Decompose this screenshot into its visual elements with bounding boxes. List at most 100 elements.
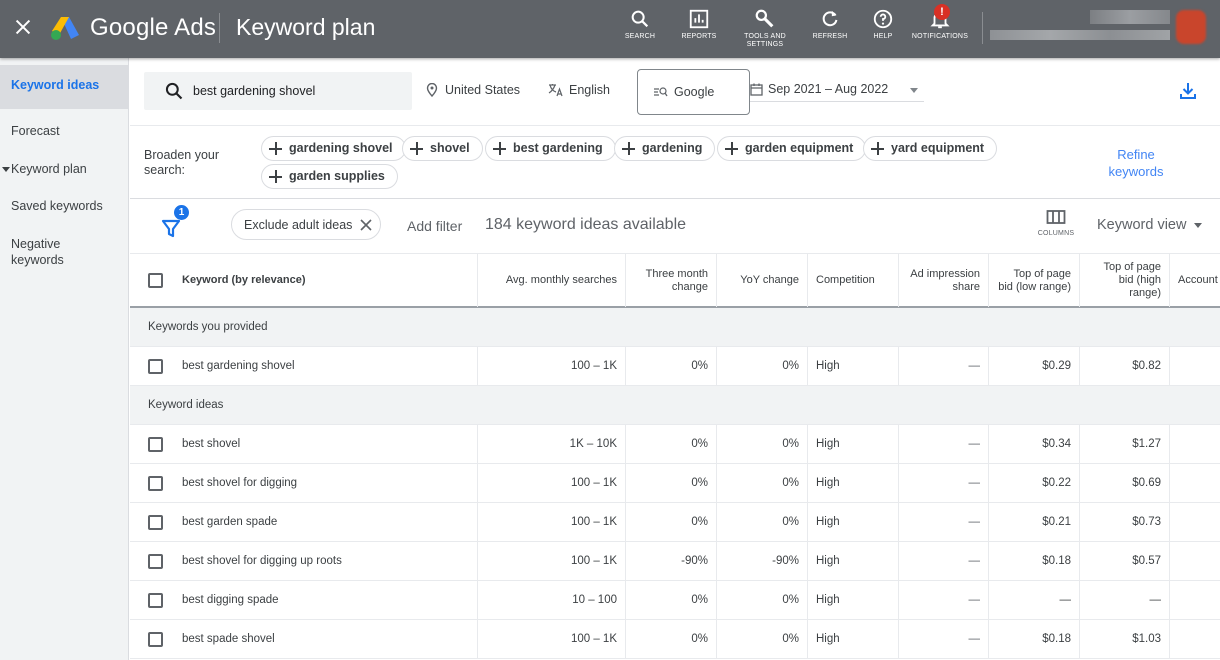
- table-row[interactable]: best spade shovel 100 – 1K 0% 0% High — $0.18 $…: [130, 620, 1220, 659]
- tools-settings-button[interactable]: TOOLS AND SETTINGS: [732, 8, 798, 54]
- three-month-cell: 0%: [626, 464, 717, 502]
- refresh-icon: [822, 10, 838, 27]
- broaden-chip[interactable]: shovel: [402, 136, 483, 161]
- searches-cell: 100 – 1K: [478, 503, 626, 541]
- row-checkbox[interactable]: [148, 632, 163, 647]
- language-selector[interactable]: English: [548, 83, 610, 97]
- plus-icon: [871, 142, 884, 155]
- refine-keywords-button[interactable]: Refine keywords: [1096, 146, 1176, 180]
- impression-share-cell: —: [899, 425, 989, 463]
- plus-icon: [269, 142, 282, 155]
- column-header-avg-monthly-searches[interactable]: Avg. monthly searches: [478, 254, 626, 307]
- account-info[interactable]: [990, 10, 1170, 44]
- chip-label: gardening shovel: [289, 141, 393, 155]
- refresh-label: REFRESH: [812, 33, 848, 40]
- column-header-competition[interactable]: Competition: [808, 254, 899, 307]
- close-icon[interactable]: [12, 16, 34, 38]
- table-row[interactable]: best gardening shovel 100 – 1K 0% 0% High — $0…: [130, 347, 1220, 386]
- yoy-cell: 0%: [717, 581, 808, 619]
- keyword-search-input[interactable]: best gardening shovel: [144, 72, 412, 110]
- filter-count-badge: 1: [174, 205, 189, 220]
- row-checkbox[interactable]: [148, 359, 163, 374]
- close-icon[interactable]: [360, 219, 372, 231]
- column-header-three-month-change[interactable]: Three month change: [626, 254, 717, 307]
- table-row[interactable]: best shovel for digging up roots 100 – 1K…: [130, 542, 1220, 581]
- table-row[interactable]: best shovel 1K – 10K 0% 0% High — $0.34 $1.27: [130, 425, 1220, 464]
- table-row[interactable]: best garden spade 100 – 1K 0% 0% High — $0.21 $…: [130, 503, 1220, 542]
- sidebar-item-saved-keywords[interactable]: Saved keywords: [0, 198, 128, 214]
- search-icon: [631, 10, 649, 28]
- sidebar-item-keyword-ideas[interactable]: Keyword ideas: [0, 65, 128, 109]
- sidebar-item-forecast[interactable]: Forecast: [0, 123, 128, 139]
- account-cell: [1170, 542, 1220, 580]
- keyword-ideas-count: 184 keyword ideas available: [485, 216, 687, 233]
- row-checkbox[interactable]: [148, 437, 163, 452]
- search-query: best gardening shovel: [193, 84, 316, 98]
- account-cell: [1170, 581, 1220, 619]
- keyword-text: best digging spade: [182, 594, 279, 606]
- sidebar-item-label: Keyword plan: [11, 162, 87, 176]
- impression-share-cell: —: [899, 620, 989, 658]
- refresh-button[interactable]: REFRESH: [798, 8, 862, 54]
- broaden-chip[interactable]: gardening shovel: [261, 136, 406, 161]
- column-header-bid-high[interactable]: Top of page bid (high range): [1080, 254, 1170, 307]
- column-header-keyword[interactable]: Keyword (by relevance): [130, 254, 478, 307]
- column-header-yoy-change[interactable]: YoY change: [717, 254, 808, 307]
- exclude-adult-ideas-chip[interactable]: Exclude adult ideas: [231, 209, 381, 240]
- divider: [982, 12, 983, 44]
- columns-button[interactable]: COLUMNS: [1036, 209, 1076, 245]
- notifications-button[interactable]: ! NOTIFICATIONS: [904, 4, 976, 54]
- broaden-chip[interactable]: gardening: [614, 136, 716, 161]
- add-filter-button[interactable]: Add filter: [407, 218, 462, 234]
- column-header-bid-low[interactable]: Top of page bid (low range): [989, 254, 1080, 307]
- broaden-chip[interactable]: garden supplies: [261, 164, 398, 189]
- location-selector[interactable]: United States: [426, 83, 520, 97]
- help-icon: [873, 9, 893, 29]
- impression-share-cell: —: [899, 503, 989, 541]
- sidebar-item-label: Forecast: [11, 124, 60, 138]
- reports-button[interactable]: REPORTS: [666, 8, 732, 54]
- broaden-search-section: Broaden your search: gardening shovel sh…: [130, 127, 1220, 199]
- location-value: United States: [445, 83, 521, 97]
- help-button[interactable]: HELP: [862, 8, 904, 54]
- row-checkbox[interactable]: [148, 554, 163, 569]
- sidebar-item-keyword-plan[interactable]: Keyword plan: [0, 161, 128, 177]
- searches-cell: 100 – 1K: [478, 347, 626, 385]
- row-checkbox[interactable]: [148, 593, 163, 608]
- competition-cell: High: [808, 581, 899, 619]
- row-checkbox[interactable]: [148, 476, 163, 491]
- divider: [14, 105, 106, 106]
- three-month-cell: 0%: [626, 425, 717, 463]
- avatar[interactable]: [1176, 10, 1206, 44]
- row-checkbox[interactable]: [148, 515, 163, 530]
- select-all-checkbox[interactable]: [148, 273, 163, 288]
- broaden-chip[interactable]: best gardening: [485, 136, 616, 161]
- tools-settings-label: TOOLS AND SETTINGS: [744, 33, 786, 48]
- notification-badge: !: [934, 4, 950, 20]
- table-row[interactable]: best digging spade 10 – 100 0% 0% High — — —: [130, 581, 1220, 620]
- plus-icon: [410, 142, 423, 155]
- impression-share-cell: —: [899, 581, 989, 619]
- column-label: Top of page bid (high range): [1103, 261, 1162, 299]
- network-selector[interactable]: Google: [637, 69, 750, 115]
- table-row[interactable]: best shovel for digging 100 – 1K 0% 0% High —…: [130, 464, 1220, 503]
- sidebar-item-label: Keyword ideas: [11, 78, 100, 92]
- date-range-selector[interactable]: Sep 2021 – Aug 2022: [750, 76, 924, 102]
- column-header-ad-impression-share[interactable]: Ad impression share: [899, 254, 989, 307]
- keyword-cell: best digging spade: [130, 581, 478, 619]
- keyword-view-dropdown[interactable]: Keyword view: [1097, 217, 1203, 233]
- keyword-text: best spade shovel: [182, 633, 275, 645]
- search-button[interactable]: SEARCH: [614, 8, 666, 54]
- yoy-cell: 0%: [717, 620, 808, 658]
- help-label: HELP: [873, 33, 893, 40]
- keyword-text: best shovel: [182, 438, 241, 450]
- broaden-chip[interactable]: yard equipment: [863, 136, 998, 161]
- broaden-chip[interactable]: garden equipment: [717, 136, 867, 161]
- download-icon[interactable]: [1178, 81, 1198, 101]
- column-label: YoY change: [740, 274, 799, 286]
- plus-icon: [269, 170, 282, 183]
- column-header-account[interactable]: Account: [1170, 254, 1220, 307]
- column-label: Ad impression share: [910, 267, 980, 293]
- sidebar-item-negative-keywords[interactable]: Negative keywords: [0, 236, 90, 268]
- bid-high-cell: —: [1080, 581, 1170, 619]
